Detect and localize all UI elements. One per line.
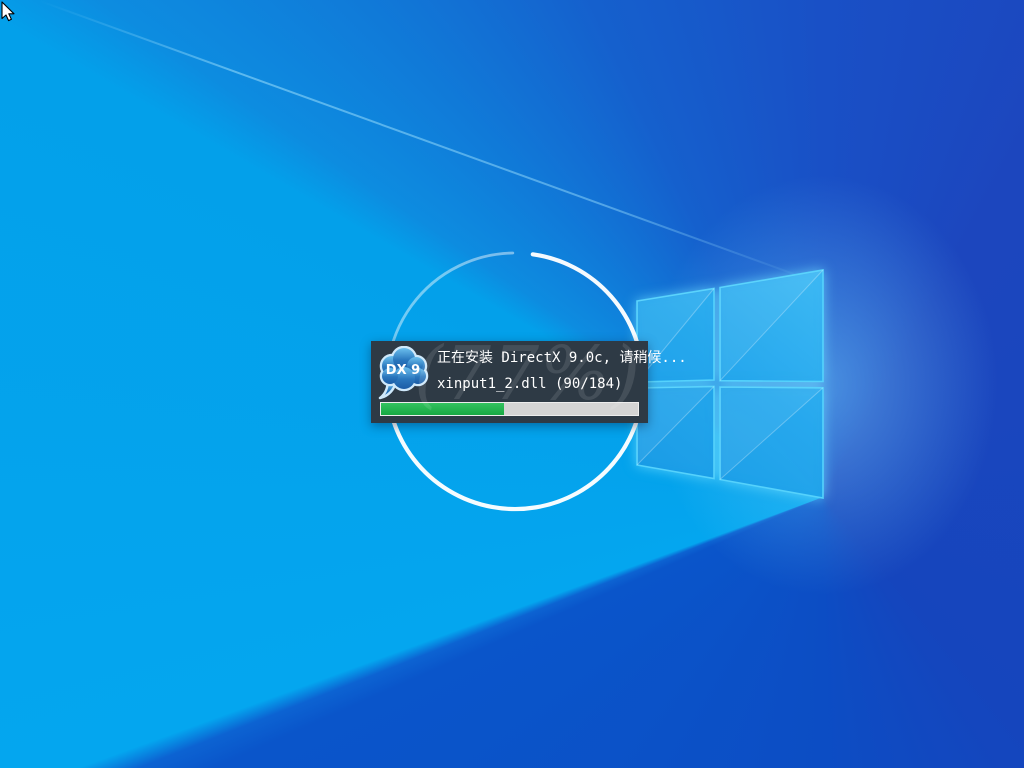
install-status-text: 正在安装 DirectX 9.0c, 请稍候... — [437, 349, 642, 367]
install-detail-text: xinput1_2.dll (90/184) — [437, 375, 642, 393]
directx-installer-dialog: DX 9 正在安装 DirectX 9.0c, 请稍候... xinput1_2… — [371, 341, 648, 423]
desktop: (77%) DX 9 — [0, 0, 1024, 768]
mouse-cursor-icon — [1, 1, 17, 23]
install-progress-fill — [381, 403, 504, 415]
dx9-badge-label: DX 9 — [386, 363, 420, 378]
install-progress-bar — [380, 402, 639, 416]
dialog-text-block: 正在安装 DirectX 9.0c, 请稍候... xinput1_2.dll … — [437, 349, 642, 393]
dx9-badge-icon: DX 9 — [376, 346, 430, 400]
